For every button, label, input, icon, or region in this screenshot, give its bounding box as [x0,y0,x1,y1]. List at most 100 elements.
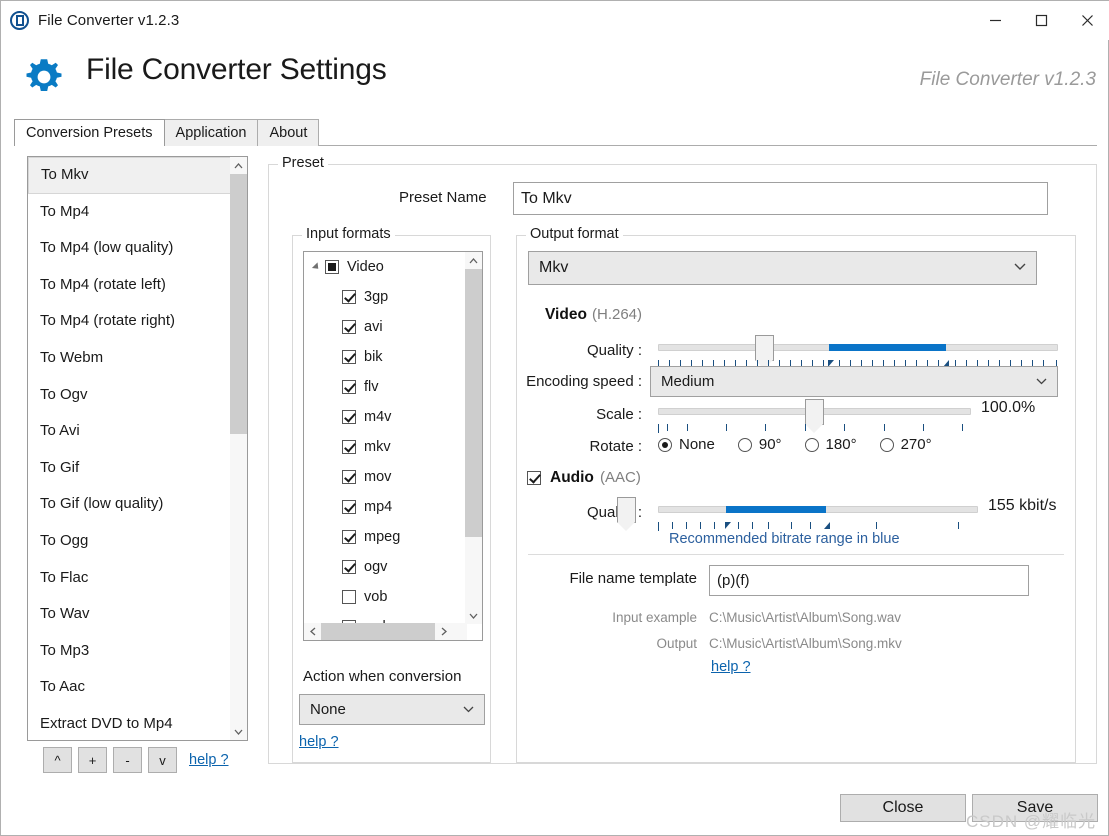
chevron-right-icon[interactable] [435,623,452,640]
rotate-option-270[interactable]: 270° [879,436,932,453]
preset-list-item[interactable]: To Mp3 [28,633,247,670]
tree-horizontal-scrollbar[interactable] [304,623,467,640]
file-converter-settings-window: File Converter v1.2.3 File Converter Set… [0,0,1109,836]
triangle-expanded-icon[interactable] [311,262,322,272]
audio-quality-range-fill [726,506,826,513]
preset-list-item[interactable]: To Aac [28,669,247,706]
tree-item[interactable]: flv [304,372,482,402]
maximize-button[interactable] [1018,1,1064,40]
move-preset-up-button[interactable]: ^ [43,747,72,773]
preset-list-scrollbar[interactable] [230,157,247,740]
tree-item[interactable]: ogv [304,552,482,582]
format-checkbox[interactable] [342,320,356,334]
tree-item[interactable]: mkv [304,432,482,462]
preset-name-input[interactable] [513,182,1048,215]
add-preset-button[interactable]: + [78,747,107,773]
scale-thumb[interactable] [805,399,824,433]
preset-list-item[interactable]: To Mp4 (rotate right) [28,303,247,340]
preset-list-help-link[interactable]: help ? [189,752,229,768]
preset-list-item[interactable]: To Mp4 (low quality) [28,230,247,267]
preset-list[interactable]: To Mkv To Mp4 To Mp4 (low quality) To Mp… [27,156,248,741]
audio-quality-thumb[interactable] [617,497,636,531]
tree-item[interactable]: mov [304,462,482,492]
audio-enabled-checkbox[interactable] [527,471,541,485]
format-checkbox[interactable] [342,440,356,454]
preset-list-item[interactable]: To Gif [28,450,247,487]
preset-list-item[interactable]: To Wav [28,596,247,633]
tree-vertical-scrollbar[interactable] [465,252,482,624]
format-checkbox[interactable] [342,350,356,364]
tree-item[interactable]: vob [304,582,482,612]
audio-quality-ticks [658,522,978,531]
scrollbar-thumb[interactable] [465,269,482,537]
tree-item[interactable]: mpeg [304,522,482,552]
tab-conversion-presets[interactable]: Conversion Presets [14,119,165,146]
tree-item-label: mpeg [364,529,401,545]
chevron-left-icon[interactable] [304,623,321,640]
radio-indicator[interactable] [658,437,672,452]
rotate-option-90[interactable]: 90° [737,436,782,453]
format-checkbox[interactable] [342,380,356,394]
radio-indicator[interactable] [804,437,819,452]
chevron-up-icon[interactable] [465,252,482,269]
action-when-conversion-select[interactable]: None [299,694,485,725]
chevron-down-icon[interactable] [465,607,482,624]
format-checkbox[interactable] [342,530,356,544]
tab-application[interactable]: Application [163,119,259,146]
tree-root-video[interactable]: Video [304,252,482,282]
tree-item[interactable]: m4v [304,402,482,432]
preset-list-item[interactable]: To Ogv [28,377,247,414]
format-checkbox[interactable] [342,560,356,574]
tree-item[interactable]: 3gp [304,282,482,312]
preset-list-item[interactable]: Extract DVD to Mp4 [28,706,247,740]
scrollbar-thumb[interactable] [321,623,435,640]
format-checkbox[interactable] [342,500,356,514]
video-codec-label: (H.264) [592,306,643,323]
preset-list-item[interactable]: To Ogg [28,523,247,560]
output-format-select[interactable]: Mkv [528,251,1037,285]
video-quality-thumb[interactable] [755,335,774,369]
tree-item[interactable]: mp4 [304,492,482,522]
preset-list-item[interactable]: To Webm [28,340,247,377]
encoding-speed-select[interactable]: Medium [650,366,1058,397]
radio-indicator[interactable] [879,437,894,452]
format-checkbox[interactable] [342,410,356,424]
preset-item-label: To Gif (low quality) [40,495,164,513]
file-name-help-link[interactable]: help ? [711,659,751,675]
gear-icon [23,56,65,98]
action-help-link[interactable]: help ? [299,734,339,750]
preset-list-item[interactable]: To Gif (low quality) [28,486,247,523]
preset-item-label: To Mp3 [40,641,90,659]
scrollbar-thumb[interactable] [230,174,247,434]
preset-list-item[interactable]: To Avi [28,413,247,450]
chevron-down-icon [1036,376,1047,388]
preset-list-item[interactable]: To Flac [28,560,247,597]
save-button[interactable]: Save [972,794,1098,822]
preset-list-item[interactable]: To Mkv [28,157,247,194]
tree-item[interactable]: avi [304,312,482,342]
video-quality-slider[interactable] [658,344,1058,351]
format-checkbox[interactable] [342,470,356,484]
move-preset-down-button[interactable]: v [148,747,177,773]
video-group-checkbox[interactable] [325,260,339,274]
app-disc-icon [10,11,29,30]
rotate-option-180[interactable]: 180° [804,436,857,453]
close-dialog-button[interactable]: Close [840,794,966,822]
audio-quality-slider[interactable] [658,506,978,513]
preset-list-item[interactable]: To Mp4 [28,194,247,231]
preset-list-item[interactable]: To Mp4 (rotate left) [28,267,247,304]
input-formats-tree[interactable]: Video 3gp avi bik flv m4v mkv mov mp4 mp… [303,251,483,641]
format-checkbox[interactable] [342,590,356,604]
remove-preset-button[interactable]: - [113,747,142,773]
tab-about[interactable]: About [257,119,320,146]
tree-item[interactable]: bik [304,342,482,372]
chevron-up-icon[interactable] [230,157,247,174]
rotate-option-none[interactable]: None [658,436,715,453]
close-button[interactable] [1064,1,1109,40]
preset-item-label: To Avi [40,422,80,440]
minimize-button[interactable] [972,1,1018,40]
radio-indicator[interactable] [737,437,752,452]
format-checkbox[interactable] [342,290,356,304]
file-name-template-input[interactable] [709,565,1029,596]
chevron-down-icon[interactable] [230,723,247,740]
